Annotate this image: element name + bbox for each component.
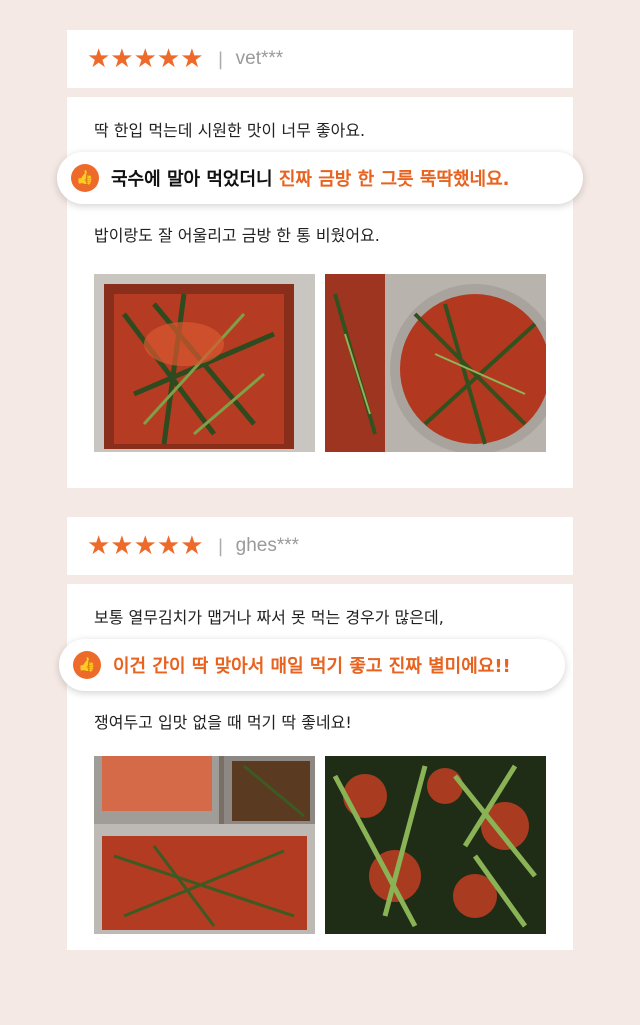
review-card-1: ★★★★★ | vet*** 딱 한입 먹는데 시원한 맛이 너무 좋아요. 밥… [57,30,583,488]
highlight-text: 이건 간이 딱 맞아서 매일 먹기 좋고 진짜 별미에요!! [113,656,511,677]
review-header: ★★★★★ | ghes*** [67,517,573,575]
star-rating: ★★★★★ [87,44,204,74]
review-text-line-1: 보통 열무김치가 맵거나 짜서 못 먹는 경우가 많은데, [94,608,444,627]
star-rating: ★★★★★ [87,531,204,561]
review-text-line-2: 쟁여두고 입맛 없을 때 먹기 딱 좋네요! [94,713,352,732]
thumbs-up-icon: 👍 [73,651,101,679]
separator: | [217,535,224,557]
highlight-text: 국수에 말아 먹었더니 진짜 금방 한 그릇 뚝딱했네요. [111,169,510,190]
review-header: ★★★★★ | vet*** [67,30,573,88]
separator: | [217,48,224,70]
review-photo-2 [325,274,546,452]
review-photo-2 [325,756,546,934]
reviewer-name: vet*** [235,48,284,69]
highlight-quote: 👍 이건 간이 딱 맞아서 매일 먹기 좋고 진짜 별미에요!! [59,639,565,691]
review-photo-1 [94,756,315,934]
thumbs-up-icon: 👍 [71,164,99,192]
review-text-line-1: 딱 한입 먹는데 시원한 맛이 너무 좋아요. [94,121,366,140]
highlight-quote: 👍 국수에 말아 먹었더니 진짜 금방 한 그릇 뚝딱했네요. [57,152,583,204]
review-photo-1 [94,274,315,452]
reviewer-name: ghes*** [235,535,300,556]
review-text-line-2: 밥이랑도 잘 어울리고 금방 한 통 비웠어요. [94,226,380,245]
review-card-2: ★★★★★ | ghes*** 보통 열무김치가 맵거나 짜서 못 먹는 경우가… [59,517,573,950]
